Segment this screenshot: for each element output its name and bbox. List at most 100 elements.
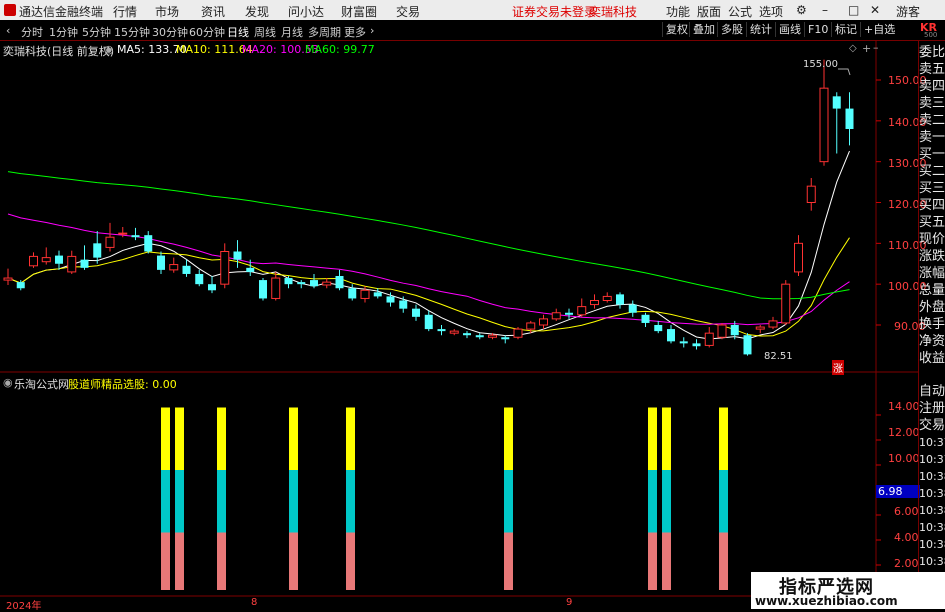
candle-body [29, 255, 38, 267]
quote-field-label: 卖三 [919, 96, 945, 111]
candle-body [794, 242, 803, 273]
quote-field-label: 外盘 [919, 300, 945, 315]
candle-body [463, 333, 471, 336]
tick-time-label: 10:37 [919, 436, 945, 449]
candle-body [195, 273, 204, 285]
candle-body [526, 322, 536, 330]
sub-tick: 4.00 [894, 531, 919, 544]
candle-body [845, 108, 854, 129]
candle-body [602, 295, 612, 301]
candle-body [806, 185, 816, 204]
candle-body [360, 289, 370, 299]
candle-body [259, 280, 267, 299]
quote-field-label: 净资 [919, 334, 945, 349]
quote-field-label: 买二 [919, 164, 945, 179]
signal-bar-mid [719, 470, 728, 533]
signal-bar-high [648, 407, 657, 470]
quote-field-label: 买三 [919, 181, 945, 196]
diamond-icon: ◇ [849, 43, 857, 54]
sub-tick: 14.00 [888, 400, 920, 413]
quote-field-label: 现价 [919, 232, 945, 247]
quote-field-label: 买四 [919, 198, 945, 213]
candle-body [832, 96, 841, 109]
candle-body [449, 330, 459, 334]
quote-field-label: 买一 [919, 147, 945, 162]
signal-bar-low [175, 532, 184, 590]
candle-body [819, 87, 829, 163]
candle-body [717, 324, 727, 338]
signal-bar-low [504, 532, 513, 590]
zoom-out-icon[interactable]: – [873, 41, 879, 54]
candle-body [386, 296, 395, 303]
candle-body [169, 264, 179, 271]
tick-time-label: 10:37 [919, 453, 945, 466]
tick-time-label: 10:38 [919, 521, 945, 534]
candle-body [297, 282, 306, 285]
signal-bar-high [217, 407, 226, 470]
candle-body [157, 255, 165, 270]
candle-body [284, 278, 293, 285]
tick-time-label: 10:38 [919, 504, 945, 517]
candle-body [220, 251, 230, 285]
candle-body [67, 255, 77, 273]
watermark: 指标严选网 www.xuezhibiao.com [751, 572, 945, 609]
low-price-label: 82.51 [764, 351, 793, 362]
candle-body [41, 257, 51, 263]
candle-body [335, 276, 344, 289]
signal-bar-low [161, 532, 170, 590]
signal-bar-high [161, 407, 170, 470]
candle-body [246, 267, 255, 272]
signal-bar-low [648, 532, 657, 590]
quote-field-label: 总量 [919, 283, 945, 298]
candle-body [271, 277, 281, 299]
quote-field-label: 卖五 [919, 62, 945, 77]
candle-body [743, 335, 752, 355]
candle-body [373, 292, 382, 297]
zoom-in-icon[interactable]: + [862, 42, 871, 55]
quote-field-label: 收益 [919, 351, 945, 366]
time-label: 8 [251, 597, 258, 608]
quote-field-label: 卖四 [919, 79, 945, 94]
candle-body [616, 294, 624, 305]
tick-time-label: 10:38 [919, 470, 945, 483]
signal-bar-high [289, 407, 298, 470]
time-label: 2024年 [6, 601, 42, 612]
indicator-bar: ◉ 乐淘公式网 股道师精品选股: 0.00 [0, 374, 875, 392]
kline-chart[interactable] [0, 0, 945, 609]
candle-body [105, 236, 115, 248]
candle-body [55, 255, 63, 264]
quote-field-label: 涨幅 [919, 266, 945, 281]
candle-body [310, 280, 318, 287]
indicator-name[interactable]: 乐淘公式网 [14, 376, 69, 392]
sub-tick: 12.00 [888, 426, 920, 439]
signal-bar-high [719, 407, 728, 470]
candle-body [628, 304, 637, 313]
candle-body [348, 288, 357, 299]
candle-body [513, 328, 523, 338]
tick-time-label: 注册 [919, 401, 945, 416]
signal-bar-mid [346, 470, 355, 533]
candle-body [437, 329, 446, 332]
tick-time-label: 10:38 [919, 487, 945, 500]
candle-body [475, 335, 484, 338]
candle-body [144, 235, 153, 252]
high-leader [838, 68, 851, 76]
quote-field-label: 卖一 [919, 130, 945, 145]
candle-body [3, 277, 13, 281]
signal-bar-mid [161, 470, 170, 533]
candle-body [539, 318, 548, 326]
indicator-toggle-icon[interactable]: ◉ [3, 376, 13, 389]
tick-time-label: 10:38 [919, 555, 945, 568]
signal-bar-low [217, 532, 226, 590]
signal-bar-high [346, 407, 355, 470]
signal-bar-low [662, 532, 671, 590]
quote-field-label: 委比 [919, 45, 945, 60]
signal-bar-mid [289, 470, 298, 533]
candle-body [551, 312, 561, 320]
signal-bar-mid [175, 470, 184, 533]
candle-body [577, 306, 587, 316]
quote-field-label: 换手 [919, 317, 945, 332]
candle-body [233, 251, 242, 260]
limit-up-tag: 涨 [832, 360, 844, 375]
current-value-badge: 6.98 [876, 485, 920, 498]
